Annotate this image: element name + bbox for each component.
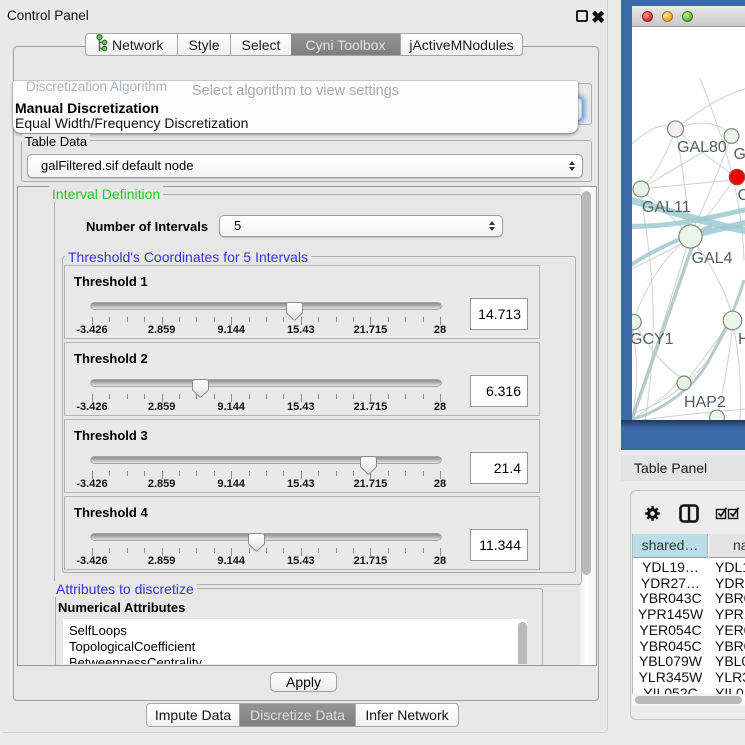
svg-text:GCY1: GCY1	[632, 331, 674, 348]
svg-text:H: H	[738, 331, 745, 348]
svg-text:HAP2: HAP2	[684, 394, 726, 411]
svg-text:GAL11: GAL11	[642, 199, 691, 216]
svg-text:GAL4: GAL4	[692, 250, 733, 267]
svg-text:GAL80: GAL80	[677, 139, 727, 156]
svg-text:C: C	[738, 187, 745, 204]
svg-text:G: G	[734, 146, 745, 163]
